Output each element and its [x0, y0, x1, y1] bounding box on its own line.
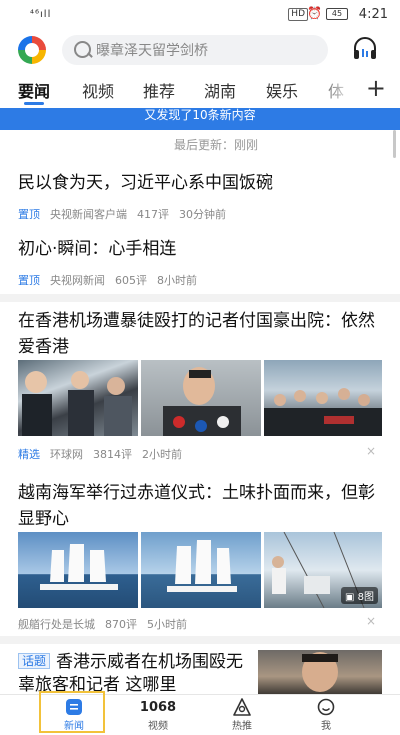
- news-photo[interactable]: [141, 532, 261, 608]
- hd-badge: HD: [288, 8, 308, 21]
- news-time: 8小时前: [157, 274, 197, 287]
- comment-count: 605评: [115, 274, 147, 287]
- add-channel-button[interactable]: +: [366, 74, 386, 102]
- section-divider: [0, 636, 400, 644]
- pinned-tag: 置顶: [18, 208, 40, 221]
- scrollbar[interactable]: [393, 130, 396, 158]
- news-title[interactable]: 越南海军举行过赤道仪式：土味扑面而来，但彰显野心: [18, 480, 384, 532]
- news-title[interactable]: 话题 香港示威者在机场围殴无辜旅客和记者 这哪里: [18, 650, 248, 694]
- news-item[interactable]: 在香港机场遭暴徒殴打的记者付国豪出院：依然爱香港 精选 环球网 3814评 2小时前 …: [0, 302, 400, 470]
- news-photo[interactable]: [141, 360, 261, 436]
- news-title[interactable]: 民以食为天，习近平心系中国饭碗: [18, 170, 384, 197]
- tab-entertainment[interactable]: 娱乐: [266, 78, 298, 102]
- bottom-navigation: 新闻 1068 视频 热推 我: [0, 691, 400, 735]
- section-divider: [0, 294, 400, 302]
- news-title-text: 香港示威者在机场围殴无辜旅客和记者 这哪里: [18, 652, 244, 694]
- alarm-icon: ⏰: [307, 6, 322, 20]
- news-time: 2小时前: [142, 448, 182, 461]
- headphones-icon[interactable]: [352, 37, 378, 61]
- search-icon: [74, 41, 91, 58]
- nav-hot[interactable]: 热推: [212, 697, 272, 732]
- photo-count-badge: ▣ 8图: [340, 587, 378, 604]
- nav-label: 热推: [232, 721, 252, 732]
- dismiss-close-icon[interactable]: ×: [366, 614, 376, 628]
- news-item[interactable]: 民以食为天，习近平心系中国饭碗 置顶 央视新闻客户端 417评 30分钟前: [0, 162, 400, 230]
- search-input[interactable]: [94, 35, 318, 67]
- status-bar: ⁴⁶ıll HD ⏰ 45 4:21: [0, 0, 400, 30]
- last-update: 最后更新：刚刚: [0, 134, 400, 158]
- featured-tag: 精选: [18, 448, 40, 461]
- news-meta: 舰艏行处是长城 870评 5小时前: [18, 616, 197, 632]
- news-photo[interactable]: [264, 360, 382, 436]
- news-icon: [44, 697, 104, 717]
- nav-label: 我: [321, 721, 331, 732]
- video-1068-icon: 1068: [139, 699, 177, 715]
- news-item[interactable]: 越南海军举行过赤道仪式：土味扑面而来，但彰显野心 ▣ 8图 舰艏行处是长城 870…: [0, 474, 400, 634]
- comment-count: 870评: [105, 618, 137, 631]
- nav-label: 视频: [148, 721, 168, 732]
- me-icon: [296, 697, 356, 717]
- news-meta: 置顶 央视网新闻 605评 8小时前: [18, 272, 207, 288]
- tab-yaowen[interactable]: 要闻: [18, 78, 50, 102]
- news-title[interactable]: 在香港机场遭暴徒殴打的记者付国豪出院：依然爱香港: [18, 308, 384, 360]
- hot-icon: [212, 697, 272, 717]
- nav-news[interactable]: 新闻: [44, 697, 104, 732]
- news-photo[interactable]: [258, 650, 382, 694]
- topic-tag: 话题: [18, 653, 51, 669]
- photo-person-microphones: [163, 367, 241, 436]
- tab-active-indicator: [24, 102, 44, 105]
- photo-person: [302, 652, 338, 692]
- news-time: 30分钟前: [179, 208, 226, 221]
- comment-count: 3814评: [93, 448, 132, 461]
- pinned-tag: 置顶: [18, 274, 40, 287]
- nav-label: 新闻: [64, 721, 84, 732]
- photo-crowd: [264, 388, 382, 436]
- news-title[interactable]: 初心·瞬间：心手相连: [18, 236, 384, 263]
- news-item[interactable]: 话题 香港示威者在机场围殴无辜旅客和记者 这哪里: [0, 644, 400, 694]
- news-meta: 精选 环球网 3814评 2小时前: [18, 446, 192, 462]
- news-photo[interactable]: [18, 532, 138, 608]
- battery-indicator: 45: [326, 8, 348, 20]
- news-time: 5小时前: [147, 618, 187, 631]
- photo-count: 8图: [357, 592, 374, 603]
- nav-me[interactable]: 我: [296, 697, 356, 732]
- news-meta: 置顶 央视新闻客户端 417评 30分钟前: [18, 206, 236, 222]
- signal-indicator: ⁴⁶ıll: [30, 9, 52, 20]
- dismiss-close-icon[interactable]: ×: [366, 444, 376, 458]
- last-update-text: 最后更新：刚刚: [174, 138, 259, 152]
- news-source: 环球网: [50, 448, 83, 461]
- photo-people-illustration: [22, 371, 132, 436]
- news-source: 央视网新闻: [50, 274, 105, 287]
- nav-video[interactable]: 1068 视频: [128, 697, 188, 733]
- comment-count: 417评: [137, 208, 169, 221]
- photo-sailing-ship: [40, 544, 118, 590]
- gallery-icon: ▣: [344, 592, 355, 603]
- tab-hunan[interactable]: 湖南: [204, 78, 236, 102]
- news-photo[interactable]: [18, 360, 138, 436]
- refresh-banner: 又发现了10条新内容: [0, 108, 400, 130]
- tabs-fade: [314, 74, 354, 106]
- news-item[interactable]: 初心·瞬间：心手相连 置顶 央视网新闻 605评 8小时前: [0, 230, 400, 294]
- tab-recommend[interactable]: 推荐: [143, 78, 175, 102]
- search-bar[interactable]: [62, 35, 328, 67]
- news-source: 舰艏行处是长城: [18, 618, 95, 631]
- photo-sailing-ship: [167, 540, 237, 592]
- news-photo[interactable]: ▣ 8图: [264, 532, 382, 608]
- app-logo-icon[interactable]: [18, 36, 46, 64]
- tab-video[interactable]: 视频: [82, 78, 114, 102]
- news-source: 央视新闻客户端: [50, 208, 127, 221]
- status-time: 4:21: [358, 7, 388, 22]
